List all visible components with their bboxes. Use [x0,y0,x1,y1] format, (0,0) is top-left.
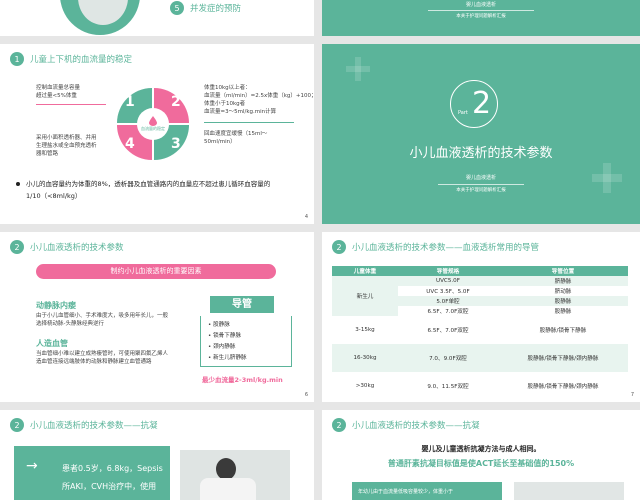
table-cell: 3-15kg [355,327,375,333]
section-number: 1 [10,52,24,66]
slide-complications[interactable]: 5 并发症的预防 [0,0,314,36]
quadrant-diagram: 1 2 4 3 血流量的稳定 [117,88,189,160]
section-number: 2 [10,418,24,432]
cover-subtitle: 婴儿血液透析 [465,175,496,181]
table-cell: UVC 3.5F、5.0F [426,289,470,295]
right-note-top: 体重10kg以上者： 血流量（ml/min）=2.5x体重（kg）+100； 体重小… [204,85,314,115]
statement-2: 普通肝素抗凝目标值是使ACT延长至基础值的150% [387,459,575,468]
cover-subtitle-2: 本关于护理问题解析汇报 [456,188,506,193]
table-cell: 股静脉/锁骨下静脉 [539,328,587,334]
section-title: 小儿血液透析的技术参数——血液透析常用的导管 [352,243,540,253]
banner-title: 婴儿血液透析 [465,2,496,8]
slide-constraints[interactable]: 2 小儿血液透析的技术参数 制约小儿血液透析的重要因素 动静脉内瘘 由于小儿血管… [0,232,314,402]
quadrant-label-4: 4 [125,136,135,152]
table-cell: 7.0、9.0F双腔 [429,356,467,362]
heading-graft: 人造血管 [36,339,68,348]
slide-catheter-table[interactable]: 2 小儿血液透析的技术参数——血液透析常用的导管 儿童体重 导管规格 导管位置 … [322,232,640,402]
center-circle: 血流量的稳定 [137,108,169,140]
list-item: • 新生儿脐静脉 [208,355,247,361]
table-header-row: 儿童体重 导管规格 导管位置 [332,266,628,276]
divider [204,122,294,123]
section-title: 小儿血液透析的技术参数——抗凝 [30,421,158,431]
section-number: 2 [332,240,346,254]
banner-line [428,10,534,11]
slide-anticoag-case[interactable]: 2 小儿血液透析的技术参数——抗凝 → 患者0.5岁，6.8kg，Sepsis 所… [0,410,314,500]
blood-drop-icon [149,116,157,126]
part-number: 2 [472,86,492,121]
divider [36,104,106,105]
section-title: 并发症的预防 [190,4,242,14]
line-decor [438,184,524,185]
text-graft: 当血管细小难以建立成熟瘘管时，可使用聚四氟乙烯人 造血管连接远端肢体的动脉和静脉建… [36,351,169,365]
column-header: 导管规格 [436,269,460,275]
table-cell: 6.5F、7.0F双腔 [427,328,469,334]
info-bar-text: 年幼儿由于血流量低吸容量较少，体重小于 [358,489,454,495]
table-cell: UVC5.0F [436,278,460,284]
bullet-dot [16,182,20,186]
right-note-bottom: 回血速度宜缓慢（15ml～ 50ml/min） [204,131,268,145]
table-cell: 新生儿 [332,276,398,316]
table-cell: 5.0F单腔 [436,299,460,305]
table-cell: 6.5F、7.0F双腔 [427,309,469,315]
list-item: • 锁骨下静脉 [208,333,242,339]
section-number: 5 [170,1,184,15]
page-number: 6 [304,392,308,398]
catheter-table: 儿童体重 导管规格 导管位置 新生儿 UVC5.0F 脐静脉 UVC 3.5F、… [332,266,628,400]
column-header: 儿童体重 [353,269,377,275]
table-cell: 股静脉/锁骨下静脉/颈内静脉 [527,384,599,390]
section-number: 2 [10,240,24,254]
cross-icon [355,57,361,81]
center-label: 血流量的稳定 [141,126,165,131]
part-label: Part [458,110,468,116]
figure-body [200,478,256,500]
heading-fistula: 动静脉内瘘 [36,301,76,310]
table-cell: 股静脉/锁骨下静脉/颈内静脉 [527,356,599,362]
table-cell: 9.0、11.5F双腔 [427,384,469,390]
slide-anticoag-target[interactable]: 2 小儿血液透析的技术参数——抗凝 婴儿及儿童透析抗凝方法与成人相同。 普通肝素… [322,410,640,500]
factors-banner: 制约小儿血液透析的重要因素 [36,264,276,279]
section-title: 小儿血液透析的技术参数 [30,243,124,253]
catheter-list: • 股静脉 • 锁骨下静脉 • 颈内静脉 • 新生儿脐静脉 [208,320,247,364]
text-fistula: 由于小儿血管细小、手术难度大，吸多用年长儿，一般 选择桡动脉-头静脉经典逆行 [36,313,169,327]
quadrant-label-2: 2 [171,94,181,110]
table-row: >30kg 9.0、11.5F双腔 股静脉/锁骨下静脉/颈内静脉 [332,372,628,400]
table-cell: 脐动脉 [554,289,572,295]
slide-blood-flow[interactable]: 1 儿童上下机的血流量的稳定 控制血流量总容量 超过量<5%体重 采用小面积透析器… [0,44,314,224]
left-note-top: 控制血流量总容量 超过量<5%体重 [36,85,81,99]
section-number: 2 [332,418,346,432]
figure-head [216,458,236,480]
left-note-bottom: 采用小面积透析器、并用 生理盐水或全血预充透析 器和管路 [36,135,97,157]
min-flow-note: 最少血流量2-3ml/kg.min [202,376,283,384]
section-title: 儿童上下机的血流量的稳定 [30,55,133,65]
table-cell: 股静脉 [554,309,572,315]
quadrant-label-3: 3 [171,136,181,152]
banner-subtitle: 本关于护理问题解析汇报 [456,14,506,19]
column-header: 导管位置 [551,269,575,275]
catheter-box-title: 导管 [210,296,274,313]
table-row: 3-15kg 6.5F、7.0F双腔 股静脉/锁骨下静脉 [332,316,628,344]
table-row: 新生儿 UVC5.0F 脐静脉 [332,276,628,316]
table-row: 16-30kg 7.0、9.0F双腔 股静脉/锁骨下静脉/颈内静脉 [332,344,628,372]
page-number: 4 [304,214,308,220]
page-number: 7 [630,392,634,398]
section-title: 小儿血液透析的技术参数 [409,146,553,161]
bullet-note: 小儿的血容量约为体重的8%，透析器及血管通路内的血量应不超过患儿循环血容量的 1/… [16,178,306,202]
photo-lab [514,482,624,500]
section-title: 小儿血液透析的技术参数——抗凝 [352,421,480,431]
case-text: 患者0.5岁，6.8kg，Sepsis 所AKI，CVH治疗中，使用 [62,464,163,491]
list-item: • 股静脉 [208,322,230,328]
photo-doctor [180,450,290,500]
slide-section-cover[interactable]: Part 2 小儿血液透析的技术参数 婴儿血液透析 本关于护理问题解析汇报 [322,44,640,224]
table-cell: 16-30kg [353,355,377,361]
statement-1: 婴儿及儿童透析抗凝方法与成人相同。 [421,445,541,453]
slide-closing-banner[interactable]: 婴儿血液透析 本关于护理问题解析汇报 [322,0,640,36]
table-cell: 股静脉 [554,299,572,305]
list-item: • 颈内静脉 [208,344,236,350]
arrow-icon: → [26,458,38,474]
table-cell: 脐静脉 [554,279,572,285]
quadrant-label-1: 1 [125,94,135,110]
table-cell: >30kg [355,383,375,389]
